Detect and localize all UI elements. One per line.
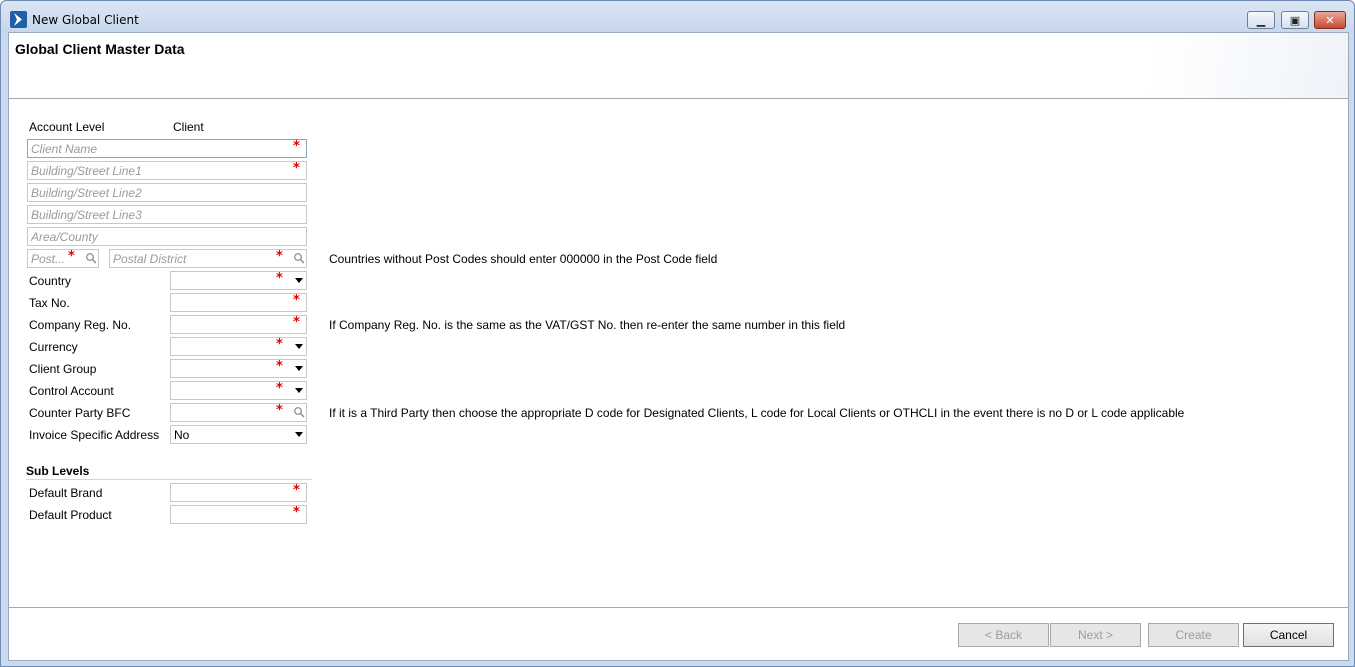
required-marker: * xyxy=(293,505,300,520)
country-label: Country xyxy=(29,274,72,288)
chevron-down-icon[interactable] xyxy=(295,344,303,349)
invoice-address-select[interactable]: No xyxy=(170,425,307,444)
control-account-label: Control Account xyxy=(29,384,114,398)
search-icon[interactable] xyxy=(85,252,97,264)
post-code-input[interactable] xyxy=(28,250,68,267)
cancel-button[interactable]: Cancel xyxy=(1243,623,1334,647)
street-line1-input[interactable] xyxy=(28,162,306,179)
client-name-field[interactable]: * xyxy=(27,139,307,158)
client-name-input[interactable] xyxy=(28,140,306,157)
close-button[interactable]: ✕ xyxy=(1314,11,1346,29)
back-button[interactable]: < Back xyxy=(958,623,1049,647)
account-level-label: Account Level xyxy=(29,120,105,134)
required-marker: * xyxy=(276,271,283,286)
title-bar[interactable]: New Global Client ▁ ▣ ✕ xyxy=(1,1,1354,33)
divider xyxy=(26,479,312,480)
default-brand-field[interactable]: * xyxy=(170,483,307,502)
chevron-down-icon[interactable] xyxy=(295,278,303,283)
invoice-address-label: Invoice Specific Address xyxy=(29,428,160,442)
default-product-label: Default Product xyxy=(29,508,112,522)
tax-no-field[interactable]: * xyxy=(170,293,307,312)
required-marker: * xyxy=(276,337,283,352)
street-line2-field[interactable] xyxy=(27,183,307,202)
client-group-select[interactable]: * xyxy=(170,359,307,378)
chevron-down-icon[interactable] xyxy=(295,366,303,371)
client-group-label: Client Group xyxy=(29,362,97,376)
company-reg-field[interactable]: * xyxy=(170,315,307,334)
area-county-field[interactable] xyxy=(27,227,307,246)
page-title: Global Client Master Data xyxy=(15,41,185,57)
postal-district-field[interactable]: * xyxy=(109,249,307,268)
counter-party-note: If it is a Third Party then choose the a… xyxy=(329,406,1185,420)
tax-no-input[interactable] xyxy=(171,294,306,311)
control-account-select[interactable]: * xyxy=(170,381,307,400)
counter-party-input[interactable] xyxy=(171,404,271,421)
required-marker: * xyxy=(293,315,300,330)
dialog-window: New Global Client ▁ ▣ ✕ Global Client Ma… xyxy=(0,0,1355,667)
footer-divider xyxy=(9,607,1348,608)
search-icon[interactable] xyxy=(293,406,305,418)
street-line2-input[interactable] xyxy=(28,184,306,201)
post-code-field[interactable]: * xyxy=(27,249,99,268)
sub-levels-heading: Sub Levels xyxy=(26,464,90,478)
chevron-down-icon[interactable] xyxy=(295,432,303,437)
post-code-note: Countries without Post Codes should ente… xyxy=(329,252,718,266)
area-county-input[interactable] xyxy=(28,228,306,245)
default-product-input[interactable] xyxy=(171,506,306,523)
counter-party-field[interactable]: * xyxy=(170,403,307,422)
minimize-button[interactable]: ▁ xyxy=(1247,11,1275,29)
create-button[interactable]: Create xyxy=(1148,623,1239,647)
required-marker: * xyxy=(293,139,300,154)
invoice-address-value: No xyxy=(174,428,190,442)
app-logo-icon xyxy=(10,11,27,28)
required-marker: * xyxy=(276,249,283,264)
header-band: Global Client Master Data xyxy=(9,33,1348,99)
country-select[interactable]: * xyxy=(170,271,307,290)
window-title: New Global Client xyxy=(32,13,139,27)
account-level-value: Client xyxy=(173,120,204,134)
required-marker: * xyxy=(293,293,300,308)
company-reg-label: Company Reg. No. xyxy=(29,318,132,332)
currency-select[interactable]: * xyxy=(170,337,307,356)
default-product-field[interactable]: * xyxy=(170,505,307,524)
postal-district-input[interactable] xyxy=(110,250,270,267)
default-brand-input[interactable] xyxy=(171,484,306,501)
search-icon[interactable] xyxy=(293,252,305,264)
next-button[interactable]: Next > xyxy=(1050,623,1141,647)
currency-label: Currency xyxy=(29,340,78,354)
street-line1-field[interactable]: * xyxy=(27,161,307,180)
chevron-down-icon[interactable] xyxy=(295,388,303,393)
required-marker: * xyxy=(293,483,300,498)
street-line3-field[interactable] xyxy=(27,205,307,224)
default-brand-label: Default Brand xyxy=(29,486,103,500)
dialog-body: Global Client Master Data Account Level … xyxy=(8,32,1349,661)
required-marker: * xyxy=(276,403,283,418)
street-line3-input[interactable] xyxy=(28,206,306,223)
required-marker: * xyxy=(276,359,283,374)
required-marker: * xyxy=(276,381,283,396)
tax-no-label: Tax No. xyxy=(29,296,70,310)
maximize-button[interactable]: ▣ xyxy=(1281,11,1309,29)
company-reg-note: If Company Reg. No. is the same as the V… xyxy=(329,318,846,332)
company-reg-input[interactable] xyxy=(171,316,306,333)
required-marker: * xyxy=(293,161,300,176)
counter-party-label: Counter Party BFC xyxy=(29,406,131,420)
required-marker: * xyxy=(68,249,75,264)
